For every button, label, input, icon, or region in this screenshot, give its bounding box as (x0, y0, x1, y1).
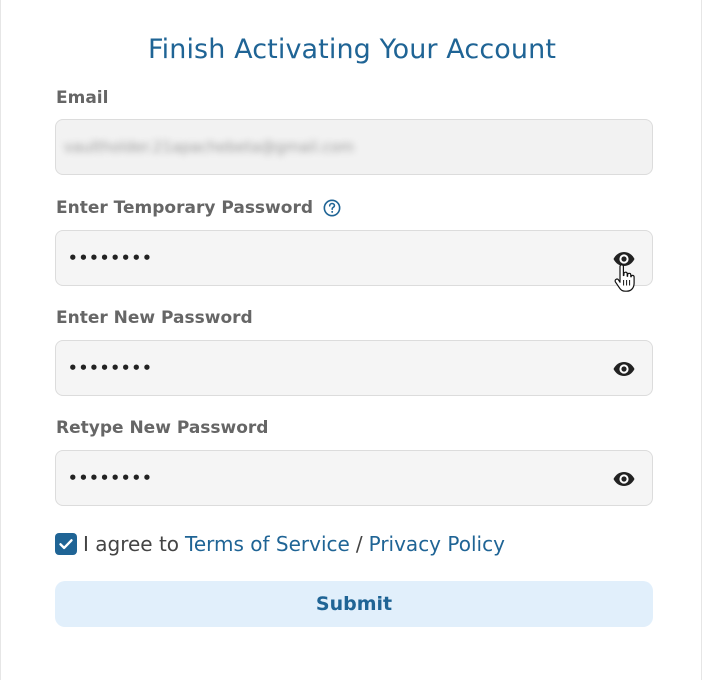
new-password-label: Enter New Password (56, 308, 253, 328)
retype-password-label: Retype New Password (56, 418, 268, 438)
new-password-value: •••••••• (68, 359, 153, 377)
new-password-field[interactable]: •••••••• (55, 340, 653, 396)
temp-password-field[interactable]: •••••••• (55, 230, 653, 286)
link-separator: / (355, 532, 363, 556)
email-field[interactable]: vaultholder.21apachebeta@gmail.com (55, 119, 653, 175)
retype-password-label-text: Retype New Password (56, 418, 269, 438)
email-label: Email (56, 88, 108, 108)
page-title: Finish Activating Your Account (147, 34, 557, 65)
question-circle-icon[interactable] (323, 199, 341, 217)
privacy-policy-link[interactable]: Privacy Policy (369, 532, 505, 556)
terms-of-service-link[interactable]: Terms of Service (185, 532, 350, 556)
submit-button[interactable]: Submit (55, 581, 653, 627)
checkmark-icon (59, 539, 73, 550)
temp-password-label-text: Enter Temporary Password (56, 198, 313, 218)
temp-password-label: Enter Temporary Password (56, 198, 341, 218)
activation-dialog: Finish Activating Your Account Email vau… (0, 0, 702, 680)
eye-icon[interactable] (612, 357, 636, 381)
new-password-label-text: Enter New Password (56, 308, 253, 328)
retype-password-value: •••••••• (68, 469, 153, 487)
retype-password-field[interactable]: •••••••• (55, 450, 653, 506)
email-label-text: Email (56, 88, 109, 108)
temp-password-value: •••••••• (68, 249, 153, 267)
agree-text: I agree to (83, 532, 180, 556)
agree-row: I agree to Terms of Service / Privacy Po… (55, 532, 505, 556)
eye-icon[interactable] (612, 247, 636, 271)
email-value: vaultholder.21apachebeta@gmail.com (64, 138, 355, 156)
eye-icon[interactable] (612, 467, 636, 491)
agree-checkbox[interactable] (55, 533, 77, 555)
